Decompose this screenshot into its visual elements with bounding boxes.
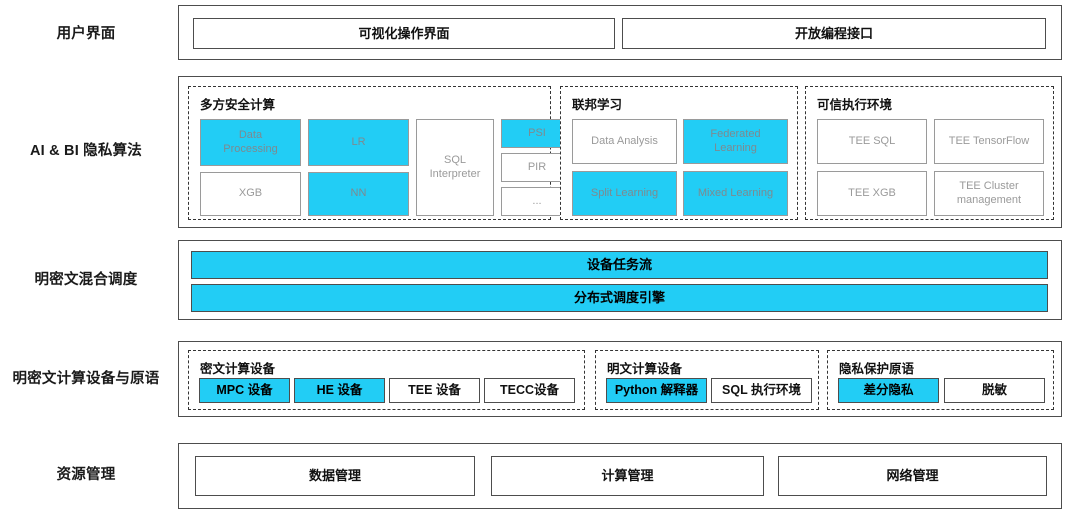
group-title-federated-learning: 联邦学习 xyxy=(572,98,623,112)
cell-sql-interpreter[interactable]: SQL Interpreter xyxy=(416,119,494,216)
cell-data-management[interactable]: 数据管理 xyxy=(195,456,475,496)
cell-xgb[interactable]: XGB xyxy=(200,172,301,216)
cell-federated-learning[interactable]: Federated Learning xyxy=(683,119,788,164)
cell-mixed-learning[interactable]: Mixed Learning xyxy=(683,171,788,216)
cell-differential-privacy[interactable]: 差分隐私 xyxy=(838,378,939,403)
group-title-tee: 可信执行环境 xyxy=(817,98,893,112)
cell-tecc-device[interactable]: TECC设备 xyxy=(484,378,575,403)
layer-label-ai-bi-algorithms: AI & BI 隐私算法 xyxy=(30,143,142,159)
algorithm-row: 多方安全计算 Data Processing LR SQL Interprete… xyxy=(178,76,1062,228)
cell-split-learning[interactable]: Split Learning xyxy=(572,171,677,216)
cell-tee-cluster-management[interactable]: TEE Cluster management xyxy=(934,171,1044,216)
cell-network-management[interactable]: 网络管理 xyxy=(778,456,1047,496)
group-ciphertext-devices: 密文计算设备 MPC 设备 HE 设备 TEE 设备 TECC设备 xyxy=(188,350,585,410)
cell-lr[interactable]: LR xyxy=(308,119,409,166)
cell-visual-operation-interface[interactable]: 可视化操作界面 xyxy=(193,18,615,49)
layer-label-hybrid-scheduling: 明密文混合调度 xyxy=(34,272,138,288)
cell-compute-management[interactable]: 计算管理 xyxy=(491,456,764,496)
cell-device-task-flow[interactable]: 设备任务流 xyxy=(191,251,1048,279)
group-title-mpc: 多方安全计算 xyxy=(200,98,276,112)
group-title-privacy-primitives: 隐私保护原语 xyxy=(839,362,915,376)
group-federated-learning: 联邦学习 Data Analysis Federated Learning Sp… xyxy=(560,86,798,220)
cell-mpc-device[interactable]: MPC 设备 xyxy=(199,378,290,403)
cell-tee-xgb[interactable]: TEE XGB xyxy=(817,171,927,216)
group-tee: 可信执行环境 TEE SQL TEE TensorFlow TEE XGB TE… xyxy=(805,86,1054,220)
cell-data-analysis[interactable]: Data Analysis xyxy=(572,119,677,164)
user-interface-row: 可视化操作界面 开放编程接口 xyxy=(178,5,1062,60)
layer-label-compute-devices: 明密文计算设备与原语 xyxy=(12,371,160,387)
cell-data-processing[interactable]: Data Processing xyxy=(200,119,301,166)
resource-row: 数据管理 计算管理 网络管理 xyxy=(178,443,1062,509)
cell-tee-sql[interactable]: TEE SQL xyxy=(817,119,927,164)
layer-label-resource-management: 资源管理 xyxy=(56,467,116,483)
layer-label-user-interface: 用户界面 xyxy=(56,26,116,42)
group-title-ciphertext-devices: 密文计算设备 xyxy=(200,362,276,376)
group-plaintext-devices: 明文计算设备 Python 解释器 SQL 执行环境 xyxy=(595,350,819,410)
cell-nn[interactable]: NN xyxy=(308,172,409,216)
device-row: 密文计算设备 MPC 设备 HE 设备 TEE 设备 TECC设备 明文计算设备… xyxy=(178,341,1062,417)
cell-tee-device[interactable]: TEE 设备 xyxy=(389,378,480,403)
cell-sql-runtime[interactable]: SQL 执行环境 xyxy=(711,378,812,403)
cell-open-programming-interface[interactable]: 开放编程接口 xyxy=(622,18,1046,49)
cell-python-interpreter[interactable]: Python 解释器 xyxy=(606,378,707,403)
cell-he-device[interactable]: HE 设备 xyxy=(294,378,385,403)
group-privacy-primitives: 隐私保护原语 差分隐私 脱敏 xyxy=(827,350,1054,410)
group-mpc: 多方安全计算 Data Processing LR SQL Interprete… xyxy=(188,86,573,220)
cell-data-masking[interactable]: 脱敏 xyxy=(944,378,1045,403)
cell-tee-tensorflow[interactable]: TEE TensorFlow xyxy=(934,119,1044,164)
scheduling-row: 设备任务流 分布式调度引擎 xyxy=(178,240,1062,320)
group-title-plaintext-devices: 明文计算设备 xyxy=(607,362,683,376)
cell-distributed-scheduling-engine[interactable]: 分布式调度引擎 xyxy=(191,284,1048,312)
